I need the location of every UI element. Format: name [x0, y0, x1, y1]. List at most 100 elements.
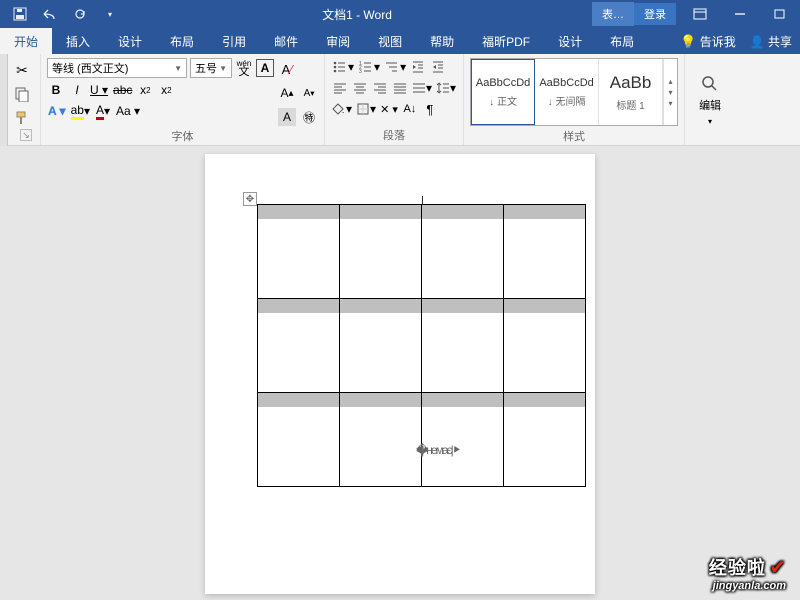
table-cell[interactable]	[258, 205, 340, 299]
tab-layout[interactable]: 布局	[156, 28, 208, 54]
numbering-icon[interactable]: 123▾	[357, 58, 381, 76]
tab-table-layout[interactable]: 布局	[596, 28, 648, 54]
tell-me-label: 告诉我	[700, 35, 736, 49]
line-spacing-icon[interactable]: ▾	[435, 79, 457, 97]
save-icon[interactable]	[8, 2, 32, 26]
bullets-icon[interactable]: ▾	[331, 58, 355, 76]
grow-font-icon[interactable]: A▴	[278, 84, 296, 102]
enclose-char-icon[interactable]: ㊕	[300, 108, 318, 126]
document-title: 文档1 - Word	[122, 6, 592, 23]
bold-icon[interactable]: B	[47, 81, 65, 99]
multilevel-list-icon[interactable]: ▾	[383, 58, 407, 76]
table-cell[interactable]	[340, 205, 422, 299]
table-cell[interactable]	[340, 393, 422, 487]
align-left-icon[interactable]	[331, 79, 349, 97]
redo-icon[interactable]	[68, 2, 92, 26]
strikethrough-icon[interactable]: abc	[112, 81, 133, 99]
change-case-icon[interactable]: Aa ▾	[115, 102, 141, 120]
char-shading-icon[interactable]: A	[278, 108, 296, 126]
char-border-icon[interactable]: A	[256, 59, 274, 77]
watermark: 经验啦 ✔ jingyanla.com	[709, 554, 786, 592]
table-cell[interactable]	[340, 299, 422, 393]
group-font: 等线 (西文正文)▼ 五号▼ wén文 A B I U ▾ abc x2 x2	[41, 54, 325, 145]
distribute-icon[interactable]: ▾	[411, 79, 433, 97]
cut-icon[interactable]: ✂	[12, 60, 32, 80]
align-center-icon[interactable]	[351, 79, 369, 97]
superscript-icon[interactable]: x2	[157, 81, 175, 99]
tab-mailings[interactable]: 邮件	[260, 28, 312, 54]
style-normal[interactable]: AaBbCcDd ↓ 正文	[471, 59, 535, 125]
tab-table-design[interactable]: 设计	[544, 28, 596, 54]
paragraph-group-label: 段落	[331, 125, 457, 143]
table-cell[interactable]	[422, 393, 504, 487]
align-right-icon[interactable]	[371, 79, 389, 97]
table-cell[interactable]	[258, 299, 340, 393]
tab-foxit[interactable]: 福昕PDF	[468, 28, 544, 54]
undo-icon[interactable]	[38, 2, 62, 26]
show-marks-icon[interactable]: ¶	[421, 100, 439, 118]
tell-me[interactable]: 💡 告诉我	[680, 33, 736, 50]
checkmark-icon: ✔	[769, 557, 786, 579]
style-heading1[interactable]: AaBb 标题 1	[599, 59, 663, 125]
group-paragraph: ▾ 123▾ ▾ ▾ ▾ ▾ ▾ ✕ ▾	[325, 54, 464, 145]
titlebar: ▾ 文档1 - Word 表… 登录	[0, 0, 800, 28]
font-size-value: 五号	[195, 60, 217, 76]
table-cell[interactable]	[504, 299, 586, 393]
tab-references[interactable]: 引用	[208, 28, 260, 54]
increase-indent-icon[interactable]	[429, 58, 447, 76]
document-area[interactable]: ✥ �немає|⯈ ◂||▸	[0, 146, 800, 600]
find-icon	[701, 75, 719, 93]
font-size-combo[interactable]: 五号▼	[190, 58, 232, 78]
shrink-font-icon[interactable]: A▾	[300, 84, 318, 102]
svg-text:3: 3	[359, 69, 362, 74]
tab-help[interactable]: 帮助	[416, 28, 468, 54]
sort-icon[interactable]: A↓	[401, 100, 419, 118]
table-cell[interactable]	[504, 393, 586, 487]
share-label: 共享	[768, 35, 792, 49]
clipboard-launcher-icon[interactable]: ↘	[20, 129, 32, 141]
copy-icon[interactable]	[12, 84, 32, 104]
tab-home[interactable]: 开始	[0, 28, 52, 54]
italic-icon[interactable]: I	[68, 81, 86, 99]
table-row[interactable]	[258, 393, 586, 487]
tab-view[interactable]: 视图	[364, 28, 416, 54]
tab-insert[interactable]: 插入	[52, 28, 104, 54]
table-cell[interactable]	[504, 205, 586, 299]
maximize-icon[interactable]	[760, 0, 800, 28]
qat-customize-icon[interactable]: ▾	[98, 2, 122, 26]
table-cell[interactable]	[422, 299, 504, 393]
asian-layout-icon[interactable]: ✕ ▾	[379, 100, 399, 118]
ribbon-display-icon[interactable]	[680, 0, 720, 28]
shading-icon[interactable]: ▾	[331, 100, 353, 118]
tab-design[interactable]: 设计	[104, 28, 156, 54]
format-painter-icon[interactable]	[12, 108, 32, 128]
table-cell[interactable]	[258, 393, 340, 487]
underline-icon[interactable]: U ▾	[89, 81, 109, 99]
highlight-icon[interactable]: ab ▾	[70, 102, 91, 120]
column-resize-cursor-icon: ◂||▸	[416, 443, 426, 457]
minimize-icon[interactable]	[720, 0, 760, 28]
group-styles: AaBbCcDd ↓ 正文 AaBbCcDd ↓ 无间隔 AaBb 标题 1 ▴…	[464, 54, 685, 145]
table-cell[interactable]	[422, 205, 504, 299]
gallery-expand-icon[interactable]: ▴▾▾	[663, 59, 677, 125]
pinyin-guide-icon[interactable]: wén文	[235, 59, 253, 77]
style-no-spacing[interactable]: AaBbCcDd ↓ 无间隔	[535, 59, 599, 125]
styles-gallery[interactable]: AaBbCcDd ↓ 正文 AaBbCcDd ↓ 无间隔 AaBb 标题 1 ▴…	[470, 58, 678, 126]
text-effects-icon[interactable]: A ▾	[47, 102, 67, 120]
tab-review[interactable]: 审阅	[312, 28, 364, 54]
clear-format-icon[interactable]: A⁄	[278, 60, 296, 78]
font-color-icon[interactable]: A ▾	[94, 102, 112, 120]
subscript-icon[interactable]: x2	[136, 81, 154, 99]
share-button[interactable]: 👤 共享	[750, 33, 792, 50]
editing-button[interactable]: 编辑 ▾	[691, 58, 729, 143]
font-name-value: 等线 (西文正文)	[52, 60, 128, 76]
table-row[interactable]	[258, 299, 586, 393]
borders-icon[interactable]: ▾	[355, 100, 377, 118]
page[interactable]: ✥ �немає|⯈ ◂||▸	[205, 154, 595, 594]
justify-icon[interactable]	[391, 79, 409, 97]
login-button[interactable]: 登录	[634, 3, 676, 25]
decrease-indent-icon[interactable]	[409, 58, 427, 76]
table-row[interactable]	[258, 205, 586, 299]
table-move-handle-icon[interactable]: ✥	[243, 192, 257, 206]
font-name-combo[interactable]: 等线 (西文正文)▼	[47, 58, 187, 78]
